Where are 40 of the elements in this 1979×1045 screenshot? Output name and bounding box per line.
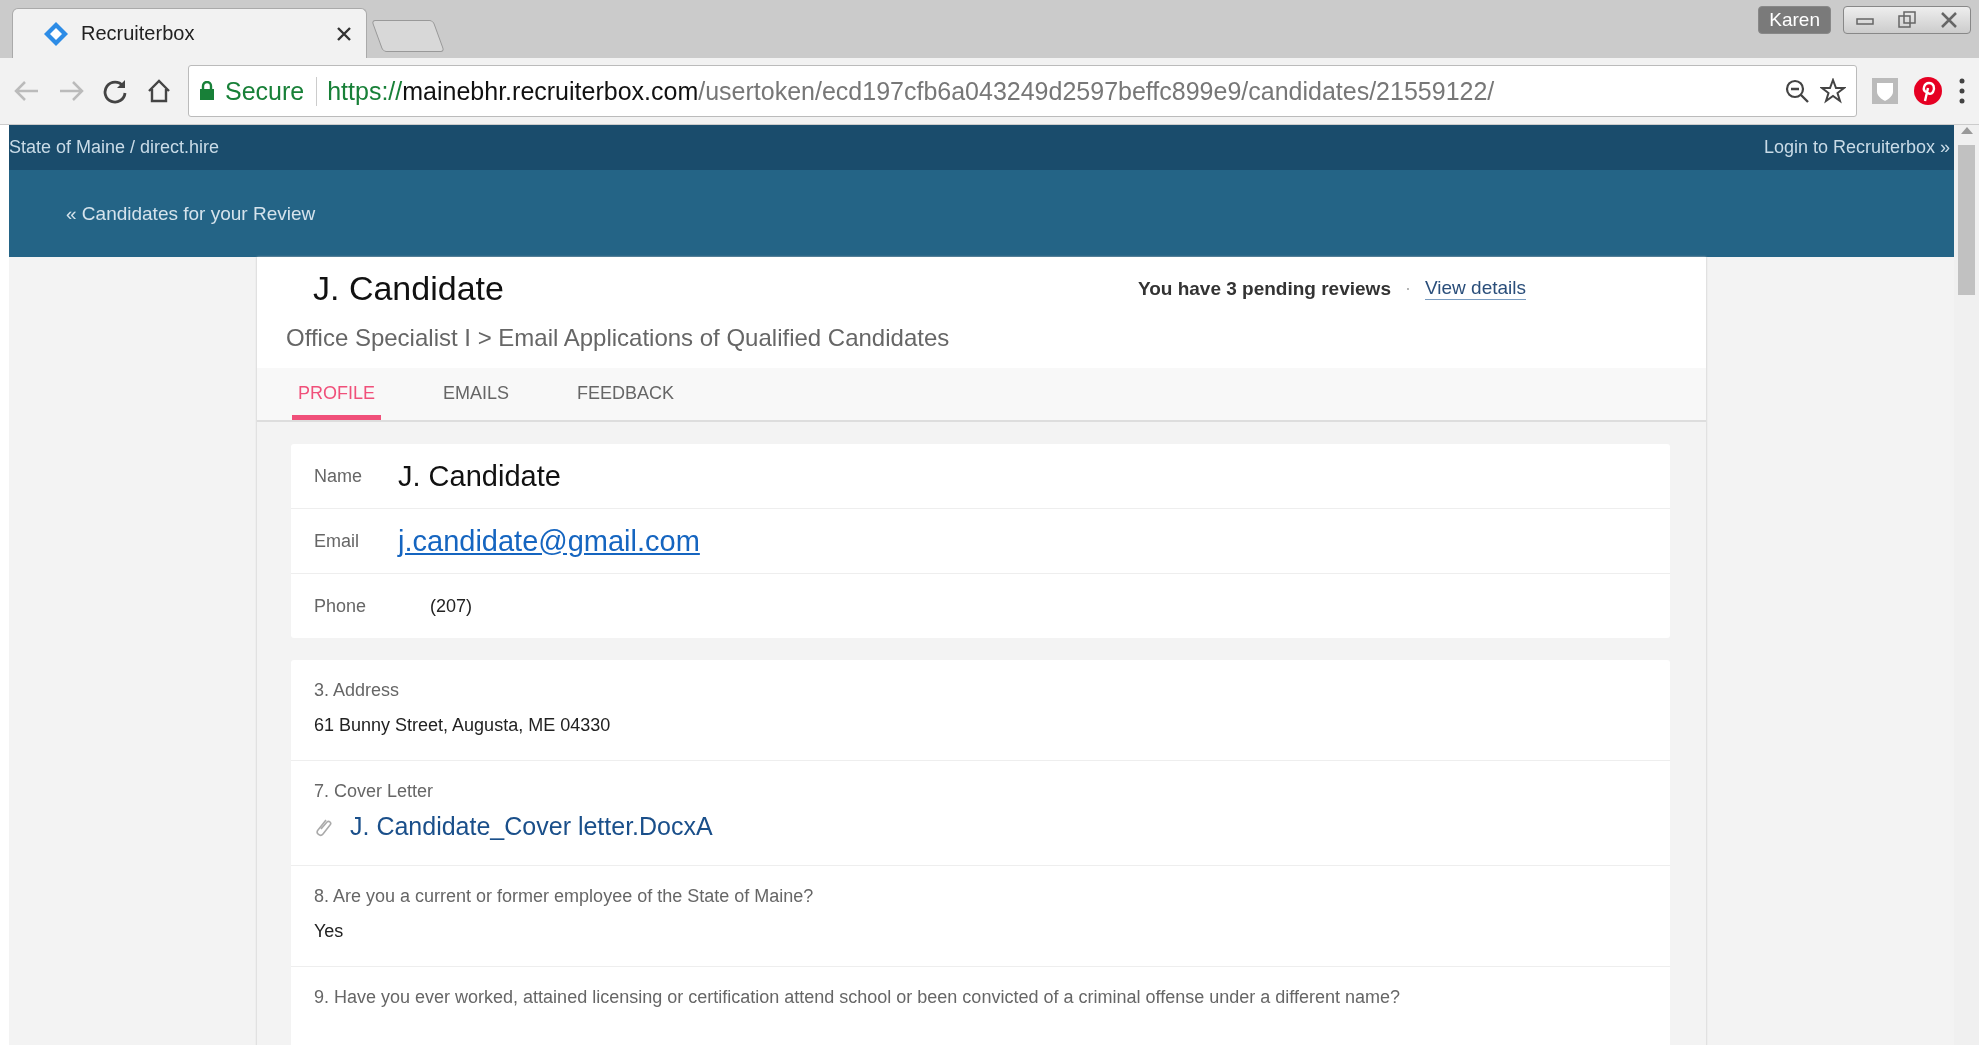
pinterest-icon[interactable] <box>1913 76 1943 106</box>
field-label: Name <box>314 465 363 487</box>
question-label: 7. Cover Letter <box>314 781 435 802</box>
zoom-out-icon[interactable] <box>1784 78 1810 104</box>
job-breadcrumb: Office Specialist I > Email Applications of Qualified Candidates <box>285 323 951 352</box>
lock-icon <box>199 81 215 101</box>
profile-tab[interactable]: FEEDBACK <box>571 368 681 420</box>
star-icon[interactable] <box>1820 78 1846 104</box>
view-details-link[interactable]: View details <box>1424 277 1526 300</box>
url-text: https://mainebhr.recruiterbox.com/usertoken/ecd197cfb6a043249d2597beffc899e9/candidates/21559122/ <box>327 76 1496 106</box>
question-label: 9. Have you ever worked, attained licensing or certification attend school or been convicted of a criminal offense under a different name? <box>314 987 1401 1008</box>
close-icon[interactable] <box>336 25 352 42</box>
profile-button[interactable]: Karen <box>1758 6 1831 34</box>
question-label: 3. Address <box>314 680 401 701</box>
org-breadcrumb: State of Maine / direct.hire <box>9 137 220 158</box>
field-label: Email <box>314 530 360 552</box>
field-label: Phone <box>314 595 368 617</box>
login-link[interactable]: Login to Recruiterbox » <box>1763 137 1954 158</box>
home-icon[interactable] <box>146 78 172 104</box>
field-value: (207) <box>430 595 473 617</box>
address-bar[interactable]: Secure https://mainebhr.recruiterbox.com/usertoken/ecd197cfb6a043249d2597beffc899e9/candidates/21559122/ <box>188 65 1857 117</box>
question-label: 8. Are you a current or former employee of the State of Maine? <box>314 886 815 907</box>
secure-label: Secure <box>225 76 305 106</box>
reload-icon[interactable] <box>102 78 128 104</box>
answer-text: Yes <box>314 921 345 942</box>
more-menu-icon[interactable] <box>1957 77 1967 105</box>
back-link[interactable]: « Candidates for your Review <box>66 202 316 225</box>
answer-text: 61 Bunny Street, Augusta, ME 04330 <box>314 715 612 736</box>
email-link[interactable]: j.candidate@gmail.com <box>398 524 700 558</box>
restore-icon[interactable] <box>1898 11 1916 29</box>
browser-tab[interactable]: Recruiterbox <box>12 8 367 58</box>
scroll-thumb[interactable] <box>1958 145 1975 295</box>
pending-reviews-text: You have 3 pending reviews <box>1137 277 1391 300</box>
tab-title: Recruiterbox <box>81 22 196 45</box>
field-value: J. Candidate <box>398 459 561 493</box>
attachment-link[interactable]: J. Candidate_Cover letter.DocxA <box>350 812 713 841</box>
separator-dot: · <box>1404 278 1411 299</box>
candidate-name: J. Candidate <box>313 269 505 308</box>
profile-tab[interactable]: EMAILS <box>437 368 516 420</box>
diamond-logo-icon <box>43 20 69 47</box>
